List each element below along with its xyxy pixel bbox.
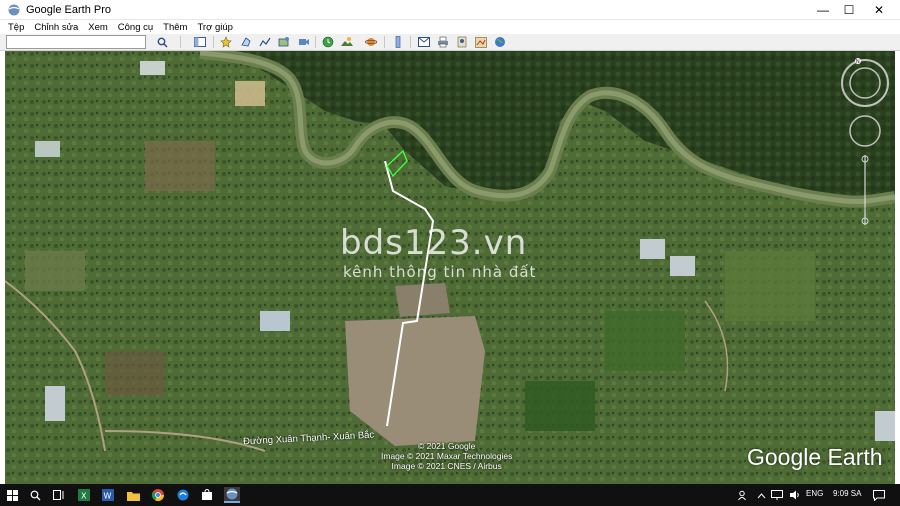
taskbar: X W ENG 9:09 SA	[0, 484, 900, 506]
search-input[interactable]	[6, 35, 146, 49]
save-image-button[interactable]	[454, 35, 470, 49]
earth-view-button[interactable]	[492, 35, 508, 49]
toolbar	[0, 34, 900, 51]
save-image-icon	[457, 36, 467, 48]
menu-help[interactable]: Trợ giúp	[197, 22, 232, 33]
language-indicator[interactable]: ENG	[806, 489, 823, 498]
network-icon	[771, 490, 783, 500]
maximize-button[interactable]: ☐	[832, 0, 866, 20]
print-button[interactable]	[435, 35, 451, 49]
placemark-button[interactable]	[218, 35, 234, 49]
record-tour-icon	[299, 39, 309, 45]
image-overlay-button[interactable]	[276, 35, 292, 49]
file-explorer-app[interactable]	[125, 487, 141, 503]
network-button[interactable]	[769, 487, 785, 503]
search-icon	[30, 490, 40, 500]
search-taskbar-button[interactable]	[27, 487, 43, 503]
excel-icon: X	[78, 489, 90, 501]
path-button[interactable]	[257, 35, 273, 49]
sidebar-toggle-button[interactable]	[192, 35, 208, 49]
email-button[interactable]	[416, 35, 432, 49]
svg-text:W: W	[104, 492, 112, 501]
edge-icon	[177, 489, 189, 501]
svg-text:X: X	[81, 492, 87, 501]
credit-line: Image © 2021 Maxar Technologies	[381, 451, 513, 461]
toolbar-divider	[384, 36, 385, 48]
toolbar-divider	[213, 36, 214, 48]
navigation-controls[interactable]: N	[835, 55, 895, 235]
credit-line: © 2021 Google	[418, 441, 476, 451]
store-icon	[202, 489, 212, 500]
menu-view[interactable]: Xem	[88, 22, 108, 33]
close-button[interactable]: ✕	[862, 0, 896, 20]
sunlight-button[interactable]	[339, 35, 355, 49]
start-button[interactable]	[4, 487, 20, 503]
menu-edit[interactable]: Chỉnh sửa	[34, 22, 78, 33]
polygon-button[interactable]	[238, 35, 254, 49]
watermark-tagline: kênh thông tin nhà đất	[343, 263, 537, 281]
clock-icon	[322, 36, 334, 48]
map-icon	[475, 36, 487, 48]
edge-app[interactable]	[175, 487, 191, 503]
toolbar-divider	[180, 36, 181, 48]
print-icon	[438, 36, 448, 48]
notification-icon	[873, 489, 885, 501]
menu-tools[interactable]: Công cụ	[118, 22, 153, 33]
chevron-up-icon	[757, 492, 765, 498]
globe-icon	[495, 37, 505, 47]
svg-text:N: N	[856, 59, 860, 65]
google-earth-logo: Google Earth	[747, 444, 883, 470]
menu-file[interactable]: Tệp	[8, 22, 24, 33]
chrome-icon	[152, 489, 164, 501]
window-title: Google Earth Pro	[26, 3, 111, 16]
menu-add[interactable]: Thêm	[163, 22, 187, 33]
excel-app[interactable]: X	[76, 487, 92, 503]
volume-button[interactable]	[787, 487, 803, 503]
credit-line: Image © 2021 CNES / Airbus	[391, 461, 502, 471]
people-button[interactable]	[735, 487, 751, 503]
imagery-credits: © 2021 Google Image © 2021 Maxar Technol…	[381, 441, 512, 471]
search-icon	[157, 37, 168, 48]
sidebar-icon	[194, 37, 206, 47]
ruler-button[interactable]	[390, 35, 406, 49]
task-view-button[interactable]	[51, 487, 67, 503]
google-earth-taskbar-app[interactable]	[224, 487, 240, 503]
email-icon	[418, 37, 430, 47]
clock[interactable]: 9:09 SA	[833, 489, 861, 498]
toolbar-divider	[410, 36, 411, 48]
show-hidden-icons-button[interactable]	[753, 487, 769, 503]
google-earth-icon	[8, 4, 20, 15]
sun-icon	[341, 37, 353, 46]
tour-button[interactable]	[296, 35, 312, 49]
notifications-button[interactable]	[871, 487, 887, 503]
chrome-app[interactable]	[150, 487, 166, 503]
search-button[interactable]	[154, 35, 170, 49]
map-view[interactable]: N bds123.vn kênh thông tin nhà đất Đường…	[5, 51, 895, 484]
google-earth-icon	[226, 488, 238, 500]
word-icon: W	[102, 489, 114, 501]
watermark: bds123.vn	[340, 223, 528, 263]
menu-bar: Tệp Chỉnh sửa Xem Công cụ Thêm Trợ giúp	[0, 20, 900, 34]
windows-icon	[6, 489, 18, 501]
planets-button[interactable]	[363, 35, 379, 49]
planet-icon	[365, 38, 377, 46]
volume-icon	[790, 490, 799, 500]
word-app[interactable]: W	[100, 487, 116, 503]
folder-icon	[126, 491, 140, 501]
people-icon	[737, 490, 746, 500]
polygon-icon	[241, 37, 251, 47]
ruler-icon	[395, 36, 401, 48]
title-bar: Google Earth Pro	[0, 0, 900, 20]
store-app[interactable]	[199, 487, 215, 503]
overlay-icon	[278, 37, 289, 47]
pushpin-icon	[220, 36, 232, 48]
toolbar-divider	[315, 36, 316, 48]
path-icon	[259, 37, 271, 47]
task-view-icon	[53, 490, 64, 500]
view-in-maps-button[interactable]	[473, 35, 489, 49]
historical-imagery-button[interactable]	[320, 35, 336, 49]
